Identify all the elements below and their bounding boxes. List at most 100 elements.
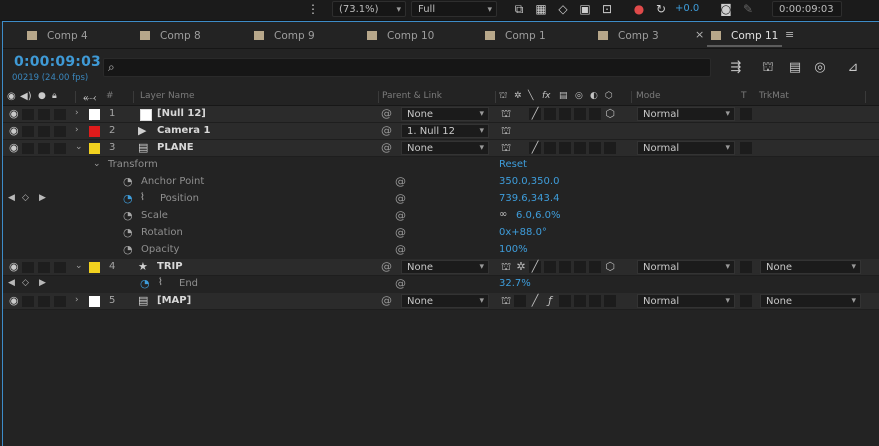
preserve-transparency-box[interactable] <box>740 108 752 120</box>
quality-switch-icon[interactable]: ╱ <box>528 260 542 274</box>
lock-toggle[interactable] <box>54 296 66 307</box>
solo-toggle[interactable] <box>38 126 50 137</box>
pick-whip-icon[interactable]: @ <box>381 141 392 154</box>
3d-layer-switch-icon[interactable]: ⬡ <box>605 91 613 101</box>
blend-mode-dropdown[interactable]: Normal ▾ <box>637 141 735 155</box>
frame-blend-box[interactable] <box>559 261 571 273</box>
label-color-swatch[interactable] <box>89 143 100 154</box>
frame-blend-box[interactable] <box>559 142 571 154</box>
audio-toggle[interactable] <box>22 143 34 154</box>
parent-dropdown[interactable]: None ▾ <box>401 141 489 155</box>
audio-toggle[interactable] <box>22 109 34 120</box>
shy-switch-icon[interactable]: ⛫ <box>499 294 513 308</box>
3d-layer-box[interactable] <box>604 295 616 307</box>
next-keyframe-icon[interactable]: ▶ <box>39 278 46 288</box>
adjustment-switch-icon[interactable]: ◐ <box>590 91 598 101</box>
region-icon[interactable]: ⋮ <box>306 2 320 16</box>
tab-comp-11[interactable]: Comp 11 <box>706 22 783 48</box>
eye-icon[interactable]: ◉ <box>9 260 19 273</box>
blend-mode-dropdown[interactable]: Normal ▾ <box>637 294 735 308</box>
chevron-right-icon[interactable]: › <box>75 295 79 305</box>
pick-whip-icon[interactable]: @ <box>395 277 406 290</box>
layer-name[interactable]: PLANE <box>157 142 194 153</box>
property-row[interactable]: ◔ Anchor Point @ 350.0,350.0 <box>3 174 879 191</box>
motion-blur-box[interactable] <box>574 261 586 273</box>
previous-keyframe-icon[interactable]: ◀ <box>8 278 15 288</box>
shy-switch-icon[interactable]: ⛫ <box>499 260 513 274</box>
stopwatch-icon[interactable]: ◔ <box>123 226 133 239</box>
column-trkmat[interactable]: TrkMat <box>759 91 789 101</box>
lock-toggle[interactable] <box>54 262 66 273</box>
property-value[interactable]: 6.0,6.0% <box>516 210 561 221</box>
eye-icon[interactable]: ◉ <box>9 107 19 120</box>
lock-toggle[interactable] <box>54 143 66 154</box>
layer-row[interactable]: ◉ › 2 ▶ Camera 1 @ 1. Null 12 ▾ ⛫ <box>3 123 879 140</box>
column-layer-name[interactable]: Layer Name <box>140 91 195 101</box>
region-of-interest-icon[interactable]: ▣ <box>578 2 592 16</box>
motion-blur-switch-icon[interactable]: ◎ <box>575 91 583 101</box>
audio-toggle[interactable] <box>22 296 34 307</box>
parent-dropdown[interactable]: None ▾ <box>401 260 489 274</box>
solo-toggle[interactable] <box>38 143 50 154</box>
layer-row[interactable]: ◉ ⌄ 4 ★ TRIP @ None ▾ ⛫ ✲ ╱ ⬡ Normal ▾ Non… <box>3 259 879 276</box>
eye-icon[interactable]: ◉ <box>9 141 19 154</box>
solo-toggle[interactable] <box>38 262 50 273</box>
pick-whip-icon[interactable]: @ <box>381 294 392 307</box>
property-row[interactable]: ◀ ◇ ▶ ◔ ⌇ End @ 32.7% <box>3 276 879 293</box>
motion-blur-icon[interactable]: ◎ <box>811 59 829 77</box>
effects-switch-icon[interactable]: ƒ <box>543 294 557 308</box>
pick-whip-icon[interactable]: @ <box>395 192 406 205</box>
parent-dropdown[interactable]: 1. Null 12 ▾ <box>401 124 489 138</box>
preserve-transparency-box[interactable] <box>740 142 752 154</box>
effects-box[interactable] <box>544 261 556 273</box>
preserve-transparency-box[interactable] <box>740 295 752 307</box>
snapshot-icon[interactable]: ◙ <box>719 2 733 16</box>
layer-name[interactable]: [MAP] <box>157 295 191 306</box>
chevron-right-icon[interactable]: › <box>75 108 79 118</box>
tab-comp-3[interactable]: Comp 3 <box>598 22 659 48</box>
pick-whip-icon[interactable]: @ <box>381 107 392 120</box>
panel-menu-icon[interactable]: ≡ <box>785 28 794 41</box>
graph-editor-icon[interactable]: ⊿ <box>844 59 862 77</box>
channel-icon[interactable]: ● <box>632 2 646 16</box>
eye-icon[interactable]: ◉ <box>9 124 19 137</box>
quality-switch-icon[interactable]: ╱ <box>528 294 542 308</box>
pick-whip-icon[interactable]: @ <box>395 209 406 222</box>
stopwatch-icon[interactable]: ◔ <box>123 209 133 222</box>
layer-name[interactable]: [Null 12] <box>157 108 206 119</box>
collapse-switch-icon[interactable]: ✲ <box>514 260 528 274</box>
property-value[interactable]: 350.0,350.0 <box>499 176 559 187</box>
adjustment-box[interactable] <box>589 295 601 307</box>
audio-icon[interactable]: ◀) <box>20 91 32 102</box>
label-color-swatch[interactable] <box>89 262 100 273</box>
property-value[interactable]: 0x+88.0° <box>499 227 547 238</box>
pick-whip-icon[interactable]: @ <box>381 260 392 273</box>
pick-whip-icon[interactable]: @ <box>395 226 406 239</box>
property-row[interactable]: ◀ ◇ ▶ ◔ ⌇ Position @ 739.6,343.4 <box>3 191 879 208</box>
label-color-swatch[interactable] <box>89 109 100 120</box>
tab-comp-4[interactable]: Comp 4 <box>27 22 88 48</box>
label-tag-icon[interactable]: ⬷ <box>83 91 96 105</box>
viewer-timecode[interactable]: 0:00:09:03 <box>772 1 842 17</box>
3d-layer-icon[interactable]: ⬡ <box>603 107 617 121</box>
keyframe-diamond-icon[interactable]: ◇ <box>22 193 29 203</box>
transform-reset-link[interactable]: Reset <box>499 159 527 170</box>
next-keyframe-icon[interactable]: ▶ <box>39 193 46 203</box>
tab-comp-1[interactable]: Comp 1 <box>485 22 546 48</box>
solo-toggle[interactable] <box>38 109 50 120</box>
property-value[interactable]: 739.6,343.4 <box>499 193 559 204</box>
transparency-grid-icon[interactable]: ▦ <box>534 2 548 16</box>
lock-toggle[interactable] <box>54 126 66 137</box>
transform-group[interactable]: ⌄ Transform Reset <box>3 157 879 174</box>
lock-toggle[interactable] <box>54 109 66 120</box>
label-color-swatch[interactable] <box>89 296 100 307</box>
tab-comp-10[interactable]: Comp 10 <box>367 22 434 48</box>
pick-whip-icon[interactable]: @ <box>395 243 406 256</box>
audio-toggle[interactable] <box>22 126 34 137</box>
previous-keyframe-icon[interactable]: ◀ <box>8 193 15 203</box>
property-value[interactable]: 32.7% <box>499 278 531 289</box>
exposure-value[interactable]: +0.0 <box>675 3 699 14</box>
graph-icon[interactable]: ⌇ <box>140 192 145 203</box>
blend-mode-dropdown[interactable]: Normal ▾ <box>637 107 735 121</box>
column-mode[interactable]: Mode <box>636 91 661 101</box>
